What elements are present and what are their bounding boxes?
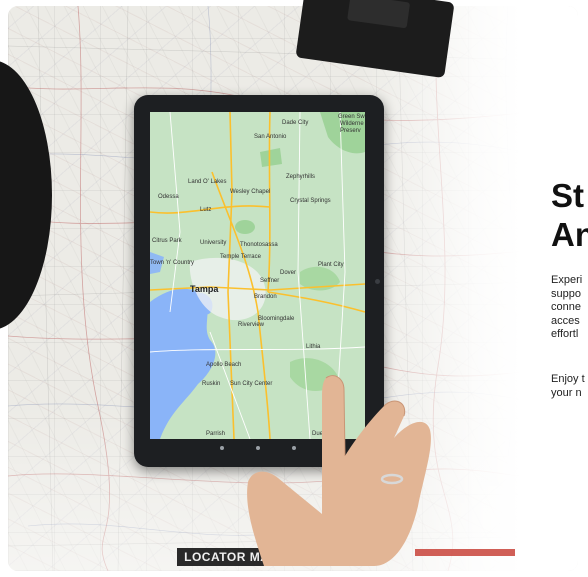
map-place-label: Wilderne (340, 121, 364, 127)
hero-banner: LOCATOR MAP Dade City San Antonio Green … (0, 0, 588, 577)
map-place-label: Seffner (260, 278, 280, 284)
hero-description-line: Experi (551, 274, 583, 286)
map-place-label: Green Sw (338, 114, 365, 120)
hero-heading: St An (551, 176, 588, 254)
map-place-label: Plant City (318, 262, 344, 268)
map-place-label: Ruskin (202, 381, 221, 387)
hero-description-line: suppo (551, 287, 581, 300)
hero-heading-line: An (551, 216, 588, 253)
map-place-label: Lutz (200, 207, 212, 213)
hero-enjoy-text: Enjoy t your n (551, 373, 585, 400)
map-place-label: Odessa (158, 194, 179, 200)
map-place-label: Citrus Park (152, 238, 182, 244)
hero-description-line: effortl (551, 328, 579, 340)
map-place-label: Town 'n' Country (150, 260, 194, 266)
map-place-label: Crystal Springs (290, 198, 331, 204)
map-place-label: Land O' Lakes (188, 179, 227, 185)
hand-touching-tablet (247, 375, 431, 566)
map-place-label: San Antonio (254, 134, 287, 140)
hero-heading-line: St (551, 177, 584, 214)
map-place-label: Bloomingdale (258, 316, 295, 322)
map-place-label: Preserv (340, 128, 361, 134)
map-place-label: Dover (280, 270, 297, 276)
map-place-label: Temple Terrace (220, 254, 261, 260)
map-city-label-tampa: Tampa (190, 284, 219, 294)
map-place-label: Dade City (282, 120, 309, 126)
map-place-label: Zephyrhills (286, 174, 316, 180)
hero-description-line: acces (551, 314, 580, 327)
map-place-label: Parrish (206, 431, 226, 437)
map-place-label: Apollo Beach (206, 362, 242, 368)
hero-enjoy-line: your n (551, 386, 582, 399)
hero-description-line: conne (551, 301, 581, 313)
map-place-label: Wesley Chapel (230, 189, 271, 195)
map-place-label: Lithia (306, 344, 321, 350)
hero-description: Experi suppo conne acces effortl (551, 274, 588, 342)
map-place-label: Riverview (238, 322, 265, 328)
map-place-label: University (200, 240, 227, 246)
map-place-label: Brandon (254, 294, 277, 300)
nav-back-icon (220, 446, 224, 450)
map-place-label: Thonotosassa (240, 242, 278, 248)
hero-enjoy-line: Enjoy t (551, 373, 585, 385)
tablet-camera-dot (375, 279, 380, 284)
